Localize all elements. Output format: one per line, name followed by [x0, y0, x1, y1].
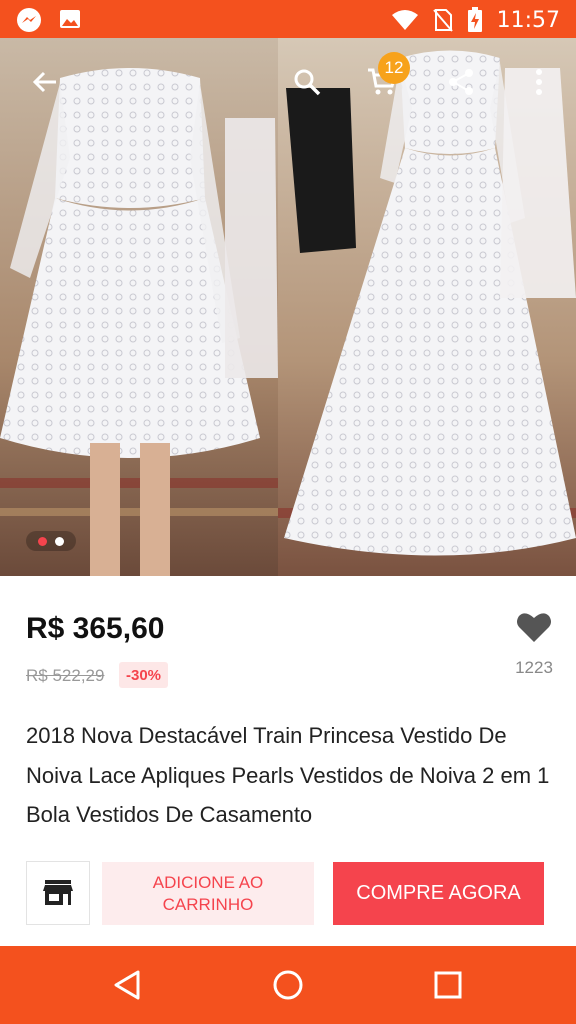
discount-badge: -30% — [119, 662, 169, 688]
pager-dot — [55, 536, 64, 546]
nav-back-icon[interactable] — [110, 968, 144, 1002]
gallery-icon — [60, 10, 80, 28]
buy-now-button[interactable]: COMPRE AGORA — [333, 862, 544, 925]
store-button[interactable] — [26, 861, 90, 925]
product-photo — [0, 38, 576, 576]
add-to-cart-button[interactable]: ADICIONE AO CARRINHO — [102, 862, 314, 925]
share-icon[interactable] — [443, 64, 479, 100]
status-bar: 11:57 — [0, 0, 576, 38]
back-arrow-icon[interactable] — [27, 64, 63, 100]
wifi-icon — [391, 10, 418, 30]
original-price: R$ 522,29 — [26, 666, 105, 685]
messenger-icon — [17, 8, 41, 32]
search-icon[interactable] — [289, 64, 325, 100]
battery-charging-icon — [467, 7, 482, 32]
product-toolbar — [0, 38, 576, 118]
nav-home-icon[interactable] — [271, 968, 305, 1002]
no-sim-icon — [432, 9, 453, 32]
product-title: 2018 Nova Destacável Train Princesa Vest… — [26, 723, 550, 827]
clock: 11:57 — [496, 7, 560, 33]
wishlist-count: 1223 — [515, 658, 553, 677]
wishlist-heart-icon[interactable] — [515, 608, 553, 646]
current-price: R$ 365,60 — [26, 612, 165, 645]
cart-count-badge: 12 — [378, 52, 410, 84]
store-icon — [43, 880, 73, 905]
product-image-carousel[interactable] — [0, 38, 576, 576]
image-pager — [26, 531, 76, 551]
nav-recents-icon[interactable] — [431, 968, 465, 1002]
more-vert-icon[interactable] — [521, 64, 557, 100]
pager-dot-active — [38, 536, 47, 546]
system-nav-bar — [0, 946, 576, 1024]
